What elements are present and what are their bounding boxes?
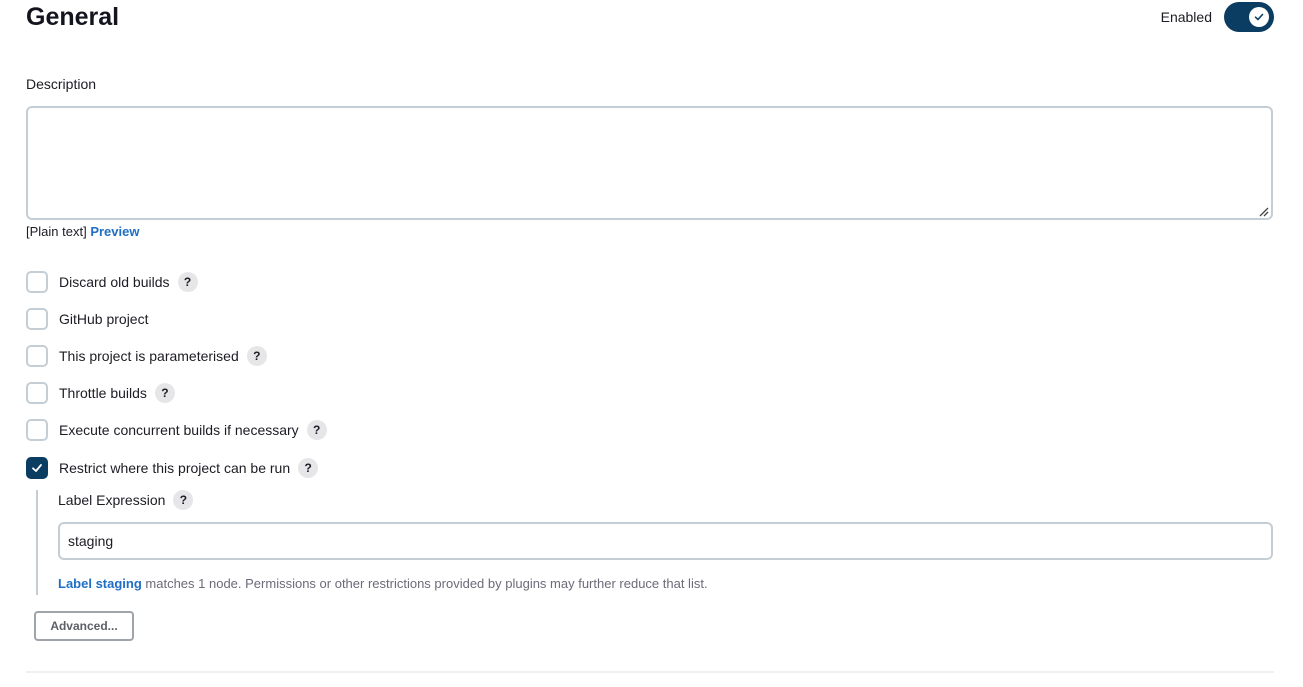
resize-grip-icon[interactable] — [1257, 205, 1269, 217]
label-staging-link[interactable]: Label staging — [58, 576, 142, 591]
option-throttle-builds[interactable]: Throttle builds ? — [26, 382, 175, 404]
description-format-line: [Plain text] Preview — [26, 224, 139, 239]
help-icon[interactable]: ? — [173, 490, 194, 510]
option-parameterised[interactable]: This project is parameterised ? — [26, 345, 267, 367]
format-label: [Plain text] — [26, 224, 87, 239]
checkbox[interactable] — [26, 271, 48, 293]
option-concurrent-builds[interactable]: Execute concurrent builds if necessary ? — [26, 419, 327, 441]
option-label[interactable]: This project is parameterised — [59, 348, 239, 364]
checkbox[interactable] — [26, 345, 48, 367]
label-match-text: matches 1 node. Permissions or other res… — [141, 576, 708, 591]
label-expression-label: Label Expression — [58, 492, 166, 508]
enabled-toggle[interactable] — [1224, 2, 1274, 32]
help-icon[interactable]: ? — [306, 420, 327, 440]
option-restrict-where-run[interactable]: Restrict where this project can be run ? — [26, 457, 319, 479]
advanced-button[interactable]: Advanced... — [34, 611, 134, 641]
description-label: Description — [26, 76, 97, 92]
check-icon — [1254, 13, 1264, 21]
label-expression-header: Label Expression ? — [58, 490, 194, 510]
checkbox-checked[interactable] — [26, 457, 48, 479]
check-icon — [32, 464, 42, 472]
description-textarea[interactable] — [26, 106, 1273, 220]
help-icon[interactable]: ? — [154, 383, 175, 403]
option-label[interactable]: Restrict where this project can be run — [59, 460, 290, 476]
option-github-project[interactable]: GitHub project — [26, 308, 148, 330]
enabled-label: Enabled — [1160, 9, 1212, 25]
label-expression-input[interactable] — [58, 522, 1273, 560]
enabled-toggle-group: Enabled — [1161, 2, 1274, 32]
page-title: General — [26, 3, 120, 31]
option-label[interactable]: GitHub project — [59, 311, 148, 327]
toggle-knob — [1249, 7, 1269, 27]
label-match-info: Label staging matches 1 node. Permission… — [58, 576, 708, 591]
help-icon[interactable]: ? — [298, 458, 319, 478]
checkbox[interactable] — [26, 419, 48, 441]
help-icon[interactable]: ? — [246, 346, 267, 366]
option-label[interactable]: Execute concurrent builds if necessary — [59, 422, 299, 438]
option-label[interactable]: Throttle builds — [59, 385, 147, 401]
checkbox[interactable] — [26, 382, 48, 404]
option-label[interactable]: Discard old builds — [59, 274, 170, 290]
option-discard-old-builds[interactable]: Discard old builds ? — [26, 271, 198, 293]
nested-section-indicator — [36, 490, 38, 595]
help-icon[interactable]: ? — [177, 272, 198, 292]
preview-link[interactable]: Preview — [90, 224, 139, 239]
section-divider — [26, 671, 1274, 673]
checkbox[interactable] — [26, 308, 48, 330]
